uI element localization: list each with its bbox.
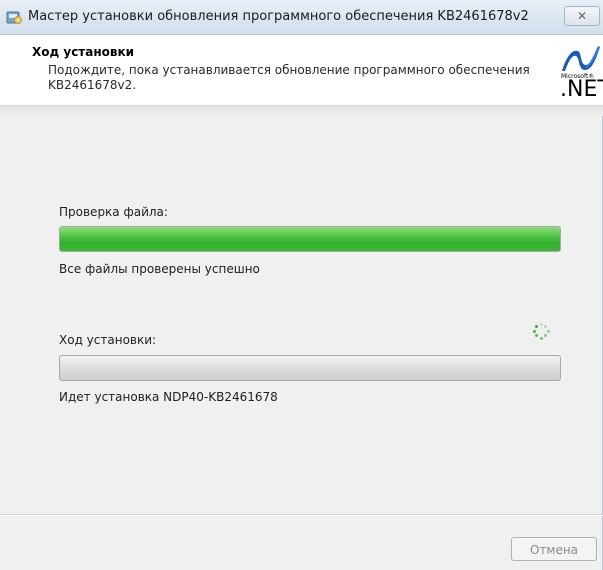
header-shadow — [0, 106, 603, 116]
installer-icon — [6, 11, 22, 24]
file-check-progress-fill — [60, 227, 560, 251]
close-button[interactable]: ✕ — [564, 6, 600, 26]
file-check-progress-bar — [59, 226, 561, 252]
spinner-dot — [544, 324, 548, 328]
spinner-dot — [534, 324, 538, 328]
file-check-status: Все файлы проверены успешно — [59, 262, 260, 276]
spinner-dot — [539, 322, 543, 326]
install-label: Ход установки: — [59, 333, 157, 347]
file-check-label: Проверка файла: — [59, 205, 168, 219]
spinner-dot — [539, 336, 543, 340]
spinner-dot — [534, 334, 538, 338]
window-title: Мастер установки обновления программного… — [28, 9, 529, 24]
close-icon: ✕ — [576, 9, 588, 23]
logo-net-text: .NET — [560, 77, 603, 102]
page-title: Ход установки — [32, 45, 135, 59]
spinner-dot — [546, 329, 550, 333]
install-progress-bar — [59, 355, 561, 381]
busy-spinner-icon — [531, 321, 551, 341]
installer-window: Мастер установки обновления программного… — [0, 0, 603, 570]
title-bar[interactable]: Мастер установки обновления программного… — [0, 0, 603, 35]
dotnet-logo-icon: Microsoft® .NET — [560, 43, 603, 103]
page-subtitle: Подождите, пока устанавливается обновлен… — [48, 63, 530, 92]
install-status: Идет установка NDP40-KB2461678 — [59, 390, 278, 404]
cancel-button[interactable]: Отмена — [511, 537, 597, 561]
spinner-dot — [532, 329, 536, 333]
dotnet-swoosh-icon — [562, 46, 600, 71]
footer-divider-highlight — [0, 515, 603, 516]
spinner-dot — [544, 334, 548, 338]
header-band: Ход установки Подождите, пока устанавлив… — [0, 35, 603, 106]
